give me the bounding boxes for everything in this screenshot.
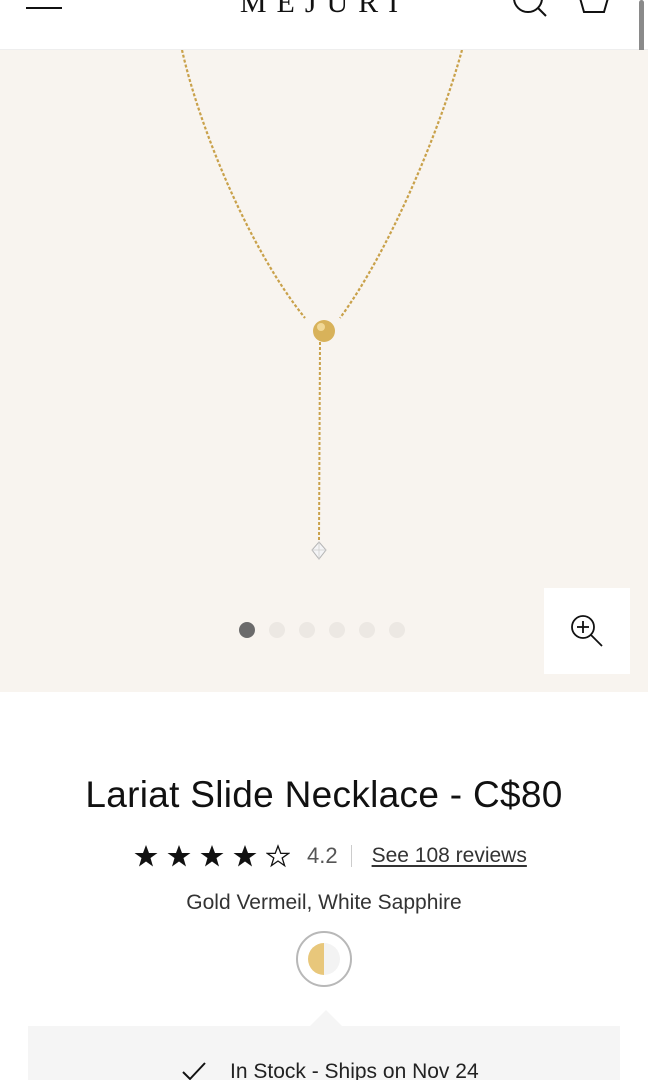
star-filled-icon (167, 845, 191, 867)
star-filled-icon (134, 845, 158, 867)
panel-notch (310, 1010, 342, 1026)
gallery-pagination (239, 622, 405, 640)
shopping-bag-icon[interactable] (576, 0, 612, 16)
gallery-dot-6[interactable] (389, 622, 405, 638)
gallery-dot-4[interactable] (329, 622, 345, 638)
gallery-dot-5[interactable] (359, 622, 375, 638)
site-header: MEJURI (0, 0, 648, 50)
star-filled-icon (200, 845, 224, 867)
star-outline-icon (266, 844, 290, 868)
gallery-dot-2[interactable] (269, 622, 285, 638)
rating-value: 4.2 (307, 843, 338, 868)
checkmark-icon (182, 1062, 206, 1080)
product-image-gallery[interactable] (0, 50, 648, 692)
see-reviews-link[interactable]: See 108 reviews (372, 844, 527, 868)
gold-swatch[interactable] (296, 931, 352, 987)
product-material: Gold Vermeil, White Sapphire (186, 891, 462, 914)
rating-row: 4.2 See 108 reviews (134, 838, 527, 874)
gallery-dot-3[interactable] (299, 622, 315, 638)
star-filled-icon (233, 845, 257, 867)
search-icon[interactable] (510, 0, 550, 18)
stock-status: In Stock - Ships on Nov 24 (230, 1060, 479, 1080)
gallery-dot-1[interactable] (239, 622, 255, 638)
rating-divider (350, 845, 352, 867)
zoom-button[interactable] (544, 588, 630, 674)
brand-logo[interactable]: MEJURI (0, 0, 648, 20)
zoom-in-icon (571, 615, 603, 647)
product-title: Lariat Slide Necklace - C$80 (85, 774, 563, 815)
half-gold-swatch-icon (308, 943, 340, 975)
star-rating[interactable] (134, 844, 290, 868)
